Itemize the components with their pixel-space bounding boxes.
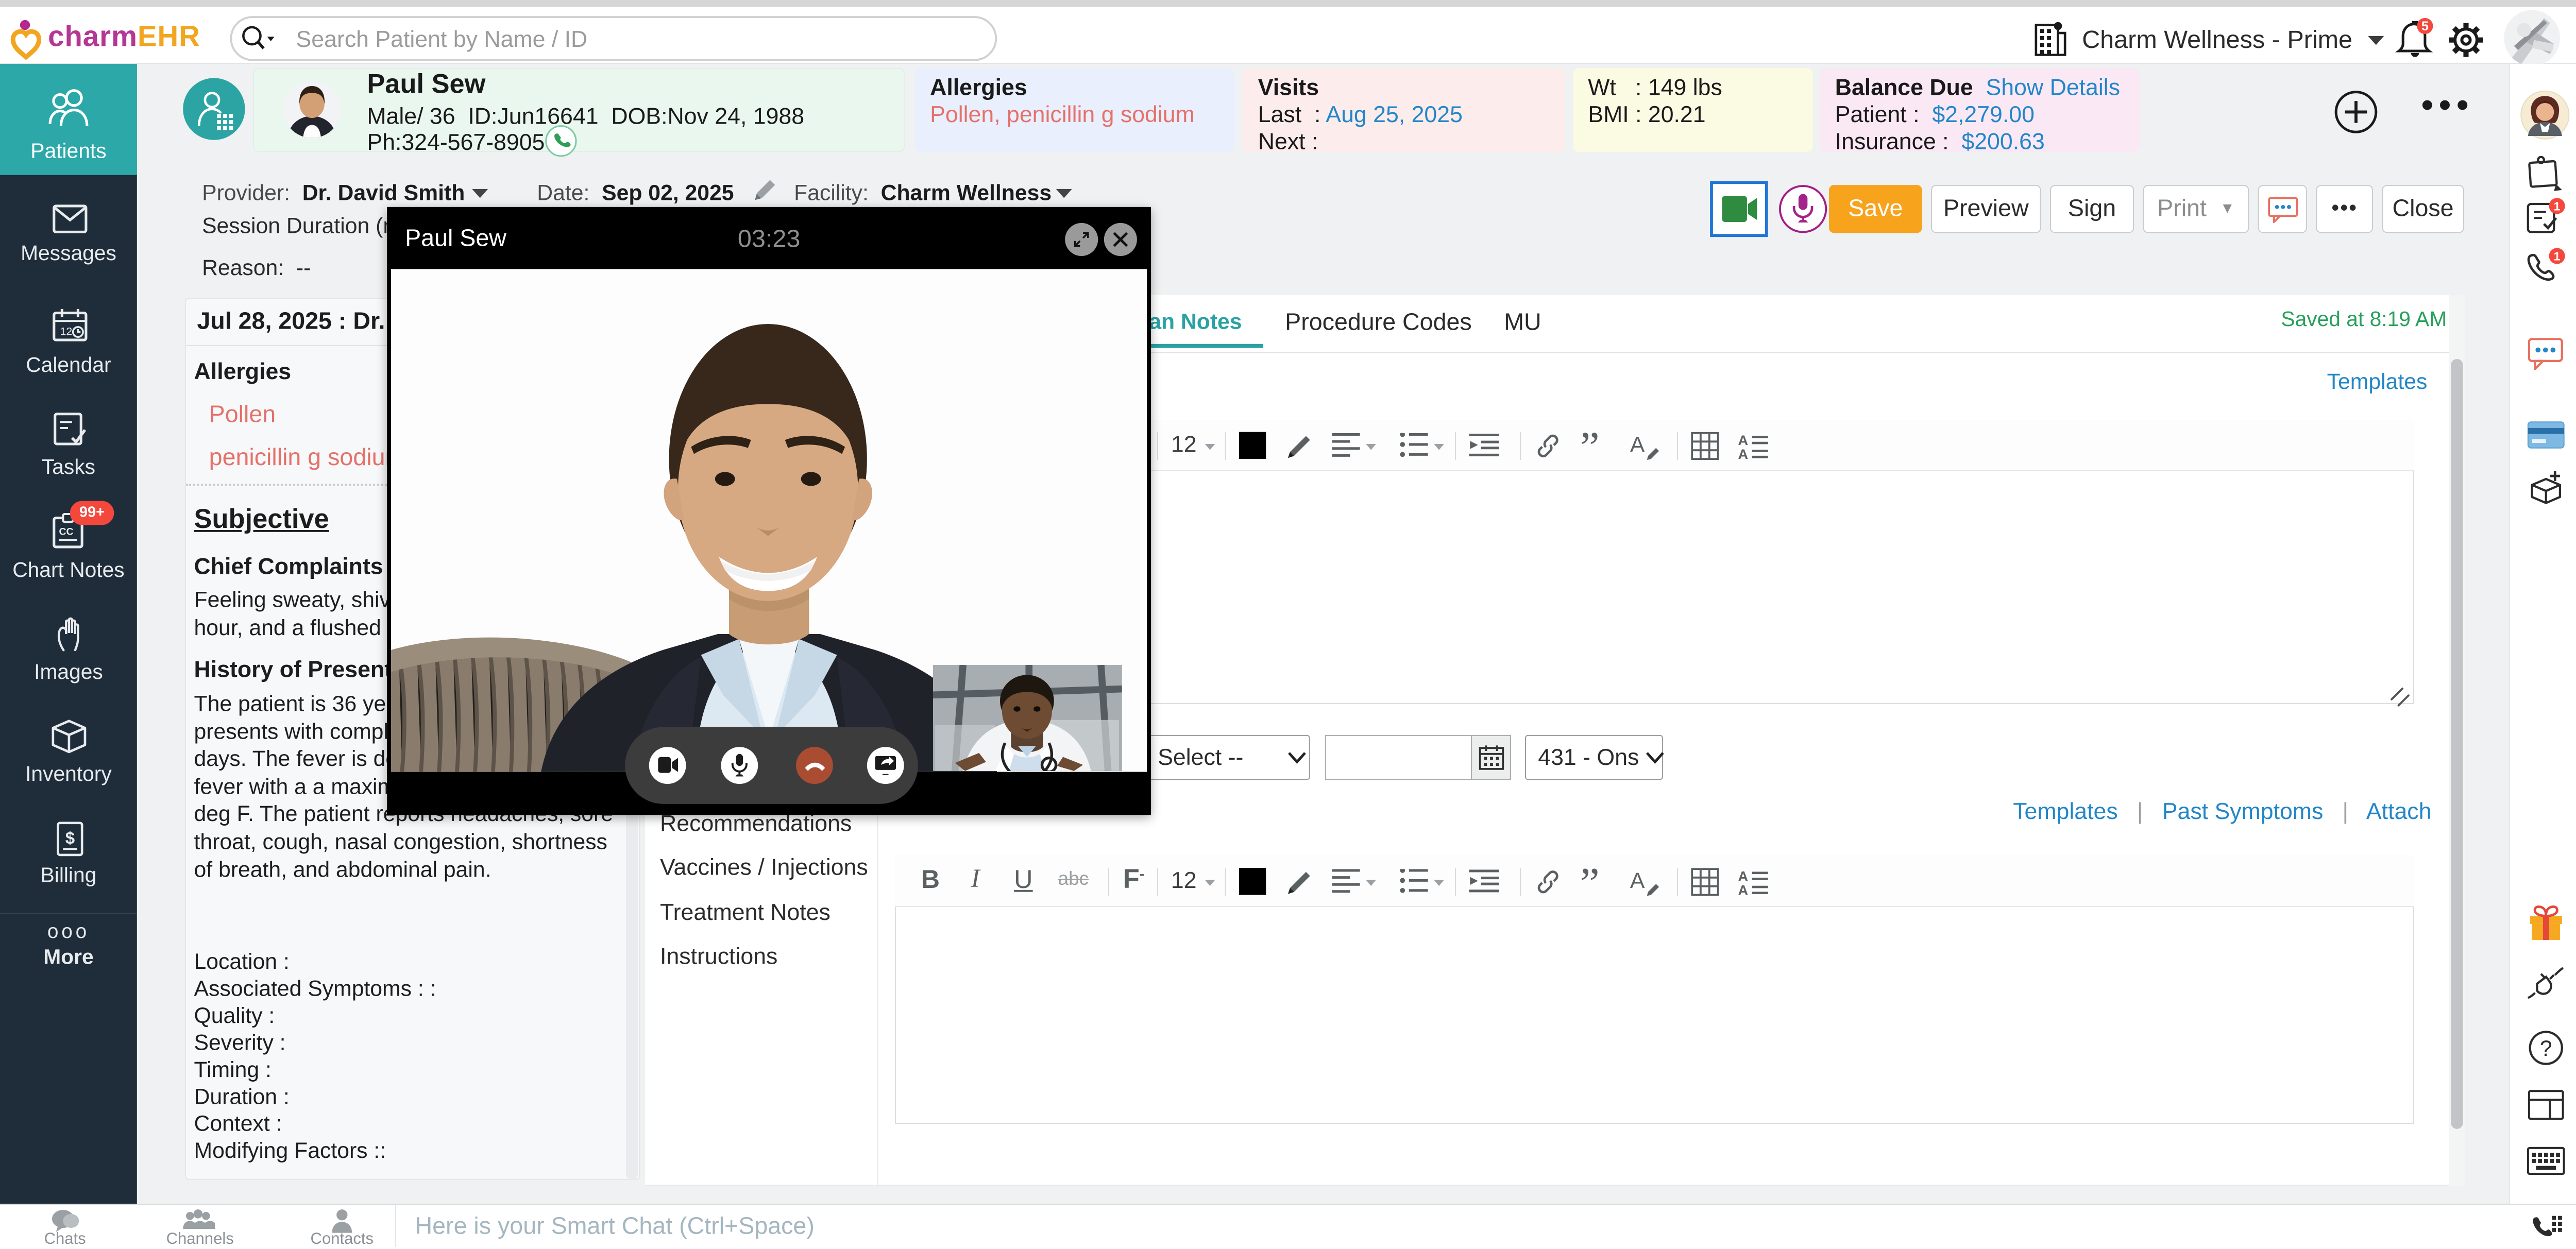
svg-text:A: A [1630, 433, 1645, 457]
svg-text:5: 5 [2421, 19, 2429, 33]
svg-text:1: 1 [2554, 200, 2561, 213]
svg-text:1: 1 [2554, 250, 2561, 263]
svg-text:?: ? [2540, 1036, 2552, 1061]
svg-text:12: 12 [60, 325, 72, 337]
svg-text:A: A [1630, 868, 1645, 893]
svg-text:A: A [1738, 882, 1748, 896]
svg-text:A: A [1738, 446, 1748, 460]
svg-text:$: $ [65, 829, 75, 848]
svg-text:CC: CC [59, 526, 74, 538]
